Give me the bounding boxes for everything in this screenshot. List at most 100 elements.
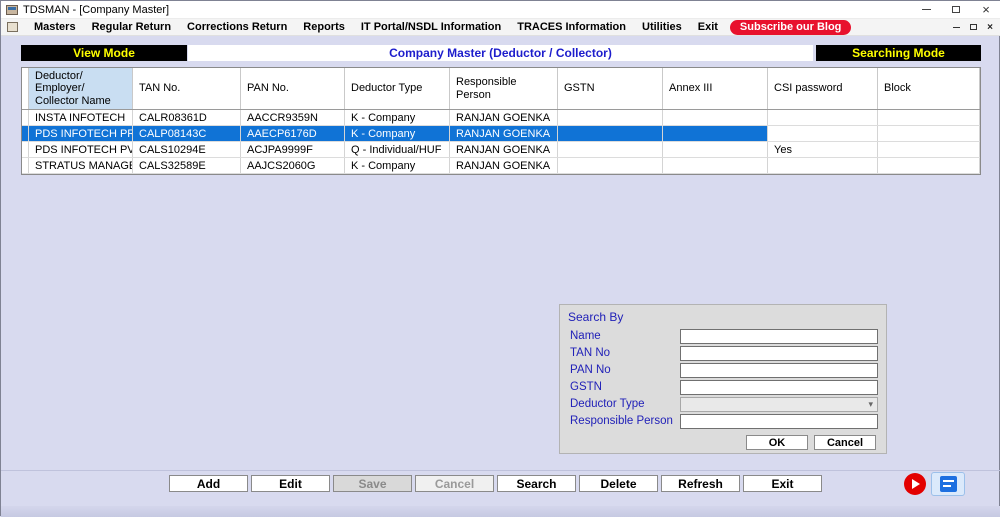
- company-master-table: Deductor/ Employer/ Collector Name TAN N…: [21, 67, 981, 175]
- cell-csi-password[interactable]: [768, 110, 878, 125]
- cell-gstn[interactable]: [558, 142, 663, 157]
- column-header-responsible-person[interactable]: Responsible Person: [450, 68, 558, 109]
- cell-annex-iii[interactable]: [663, 126, 768, 141]
- minimize-icon[interactable]: [911, 1, 941, 18]
- window-bottom-edge: [1, 506, 1000, 517]
- cell-block[interactable]: [878, 142, 980, 157]
- name-input[interactable]: [680, 329, 878, 344]
- cancel-button[interactable]: Cancel: [814, 435, 876, 450]
- tan-no-input[interactable]: [680, 346, 878, 361]
- edit-button[interactable]: Edit: [251, 475, 330, 492]
- cell-block[interactable]: [878, 110, 980, 125]
- cell-annex-iii[interactable]: [663, 142, 768, 157]
- cell-responsible-person[interactable]: RANJAN GOENKA: [450, 110, 558, 125]
- cell-responsible-person[interactable]: RANJAN GOENKA: [450, 126, 558, 141]
- youtube-icon[interactable]: [904, 473, 926, 495]
- cell-responsible-person[interactable]: RANJAN GOENKA: [450, 158, 558, 173]
- cell-block[interactable]: [878, 126, 980, 141]
- cell-csi-password[interactable]: [768, 126, 878, 141]
- searching-mode-bar: Searching Mode: [816, 45, 981, 61]
- cell-pan[interactable]: AAECP6176D: [241, 126, 345, 141]
- column-header-annex-iii[interactable]: Annex III: [663, 68, 768, 109]
- blog-icon[interactable]: [931, 472, 965, 496]
- mdi-restore-icon[interactable]: [970, 24, 978, 30]
- view-mode-bar: View Mode: [21, 45, 187, 61]
- pan-no-label: PAN No: [570, 364, 611, 376]
- column-header-name[interactable]: Deductor/ Employer/ Collector Name: [29, 68, 133, 109]
- row-selector[interactable]: [22, 158, 29, 173]
- mdi-minimize-icon[interactable]: [953, 26, 961, 28]
- cell-gstn[interactable]: [558, 126, 663, 141]
- cell-pan[interactable]: AAJCS2060G: [241, 158, 345, 173]
- responsible-person-input[interactable]: [680, 414, 878, 429]
- row-selector[interactable]: [22, 110, 29, 125]
- menu-item-traces[interactable]: TRACES Information: [509, 21, 634, 33]
- column-header-csi-password[interactable]: CSI password: [768, 68, 878, 109]
- cell-deductor-type[interactable]: K - Company: [345, 126, 450, 141]
- deductor-type-label: Deductor Type: [570, 398, 645, 410]
- column-header-tan[interactable]: TAN No.: [133, 68, 241, 109]
- cell-responsible-person[interactable]: RANJAN GOENKA: [450, 142, 558, 157]
- action-bar-separator: [1, 470, 1000, 471]
- cell-annex-iii[interactable]: [663, 110, 768, 125]
- cell-tan[interactable]: CALS32589E: [133, 158, 241, 173]
- cell-name[interactable]: PDS INFOTECH PRIV...: [29, 126, 133, 141]
- menu-item-masters[interactable]: Masters: [26, 21, 84, 33]
- cell-gstn[interactable]: [558, 110, 663, 125]
- responsible-person-label: Responsible Person: [570, 415, 673, 427]
- cell-deductor-type[interactable]: K - Company: [345, 158, 450, 173]
- menu-item-it-portal-nsdl[interactable]: IT Portal/NSDL Information: [353, 21, 509, 33]
- search-panel-title: Search By: [568, 310, 624, 324]
- column-header-gstn[interactable]: GSTN: [558, 68, 663, 109]
- cell-name[interactable]: STRATUS MANAGEM...: [29, 158, 133, 173]
- mdi-child-icon: [7, 22, 18, 32]
- column-header-deductor-type[interactable]: Deductor Type: [345, 68, 450, 109]
- cell-name[interactable]: INSTA INFOTECH: [29, 110, 133, 125]
- window-controls: ×: [911, 1, 1000, 18]
- close-icon[interactable]: ×: [971, 1, 1000, 18]
- cell-tan[interactable]: CALP08143C: [133, 126, 241, 141]
- gstn-input[interactable]: [680, 380, 878, 395]
- cell-pan[interactable]: ACJPA9999F: [241, 142, 345, 157]
- search-button[interactable]: Search: [497, 475, 576, 492]
- menu-item-regular-return[interactable]: Regular Return: [84, 21, 179, 33]
- menu-item-corrections-return[interactable]: Corrections Return: [179, 21, 295, 33]
- cell-csi-password[interactable]: Yes: [768, 142, 878, 157]
- table-row[interactable]: PDS INFOTECH PVT ... CALS10294E ACJPA999…: [22, 142, 980, 158]
- row-selector[interactable]: [22, 126, 29, 141]
- cell-deductor-type[interactable]: K - Company: [345, 110, 450, 125]
- subscribe-blog-button[interactable]: Subscribe our Blog: [729, 19, 852, 35]
- exit-button[interactable]: Exit: [743, 475, 822, 492]
- cell-tan[interactable]: CALS10294E: [133, 142, 241, 157]
- column-header-pan[interactable]: PAN No.: [241, 68, 345, 109]
- table-row-selected[interactable]: PDS INFOTECH PRIV... CALP08143C AAECP617…: [22, 126, 980, 142]
- name-label: Name: [570, 330, 601, 342]
- maximize-icon[interactable]: [941, 1, 971, 18]
- tan-no-label: TAN No: [570, 347, 611, 359]
- cell-csi-password[interactable]: [768, 158, 878, 173]
- ok-button[interactable]: OK: [746, 435, 808, 450]
- refresh-button[interactable]: Refresh: [661, 475, 740, 492]
- cell-tan[interactable]: CALR08361D: [133, 110, 241, 125]
- cell-block[interactable]: [878, 158, 980, 173]
- mdi-close-icon[interactable]: ×: [987, 22, 993, 33]
- cell-annex-iii[interactable]: [663, 158, 768, 173]
- cell-pan[interactable]: AACCR9359N: [241, 110, 345, 125]
- table-row[interactable]: STRATUS MANAGEM... CALS32589E AAJCS2060G…: [22, 158, 980, 174]
- save-button: Save: [333, 475, 412, 492]
- row-selector[interactable]: [22, 142, 29, 157]
- cell-name[interactable]: PDS INFOTECH PVT ...: [29, 142, 133, 157]
- blog-document-icon: [940, 476, 957, 492]
- menu-item-utilities[interactable]: Utilities: [634, 21, 690, 33]
- menu-item-reports[interactable]: Reports: [295, 21, 353, 33]
- pan-no-input[interactable]: [680, 363, 878, 378]
- add-button[interactable]: Add: [169, 475, 248, 492]
- delete-button[interactable]: Delete: [579, 475, 658, 492]
- table-row[interactable]: INSTA INFOTECH CALR08361D AACCR9359N K -…: [22, 110, 980, 126]
- cell-gstn[interactable]: [558, 158, 663, 173]
- header-selector-cell: [22, 68, 29, 109]
- cell-deductor-type[interactable]: Q - Individual/HUF: [345, 142, 450, 157]
- menu-item-exit[interactable]: Exit: [690, 21, 726, 33]
- column-header-block[interactable]: Block: [878, 68, 980, 109]
- deductor-type-dropdown[interactable]: ▾: [680, 397, 878, 412]
